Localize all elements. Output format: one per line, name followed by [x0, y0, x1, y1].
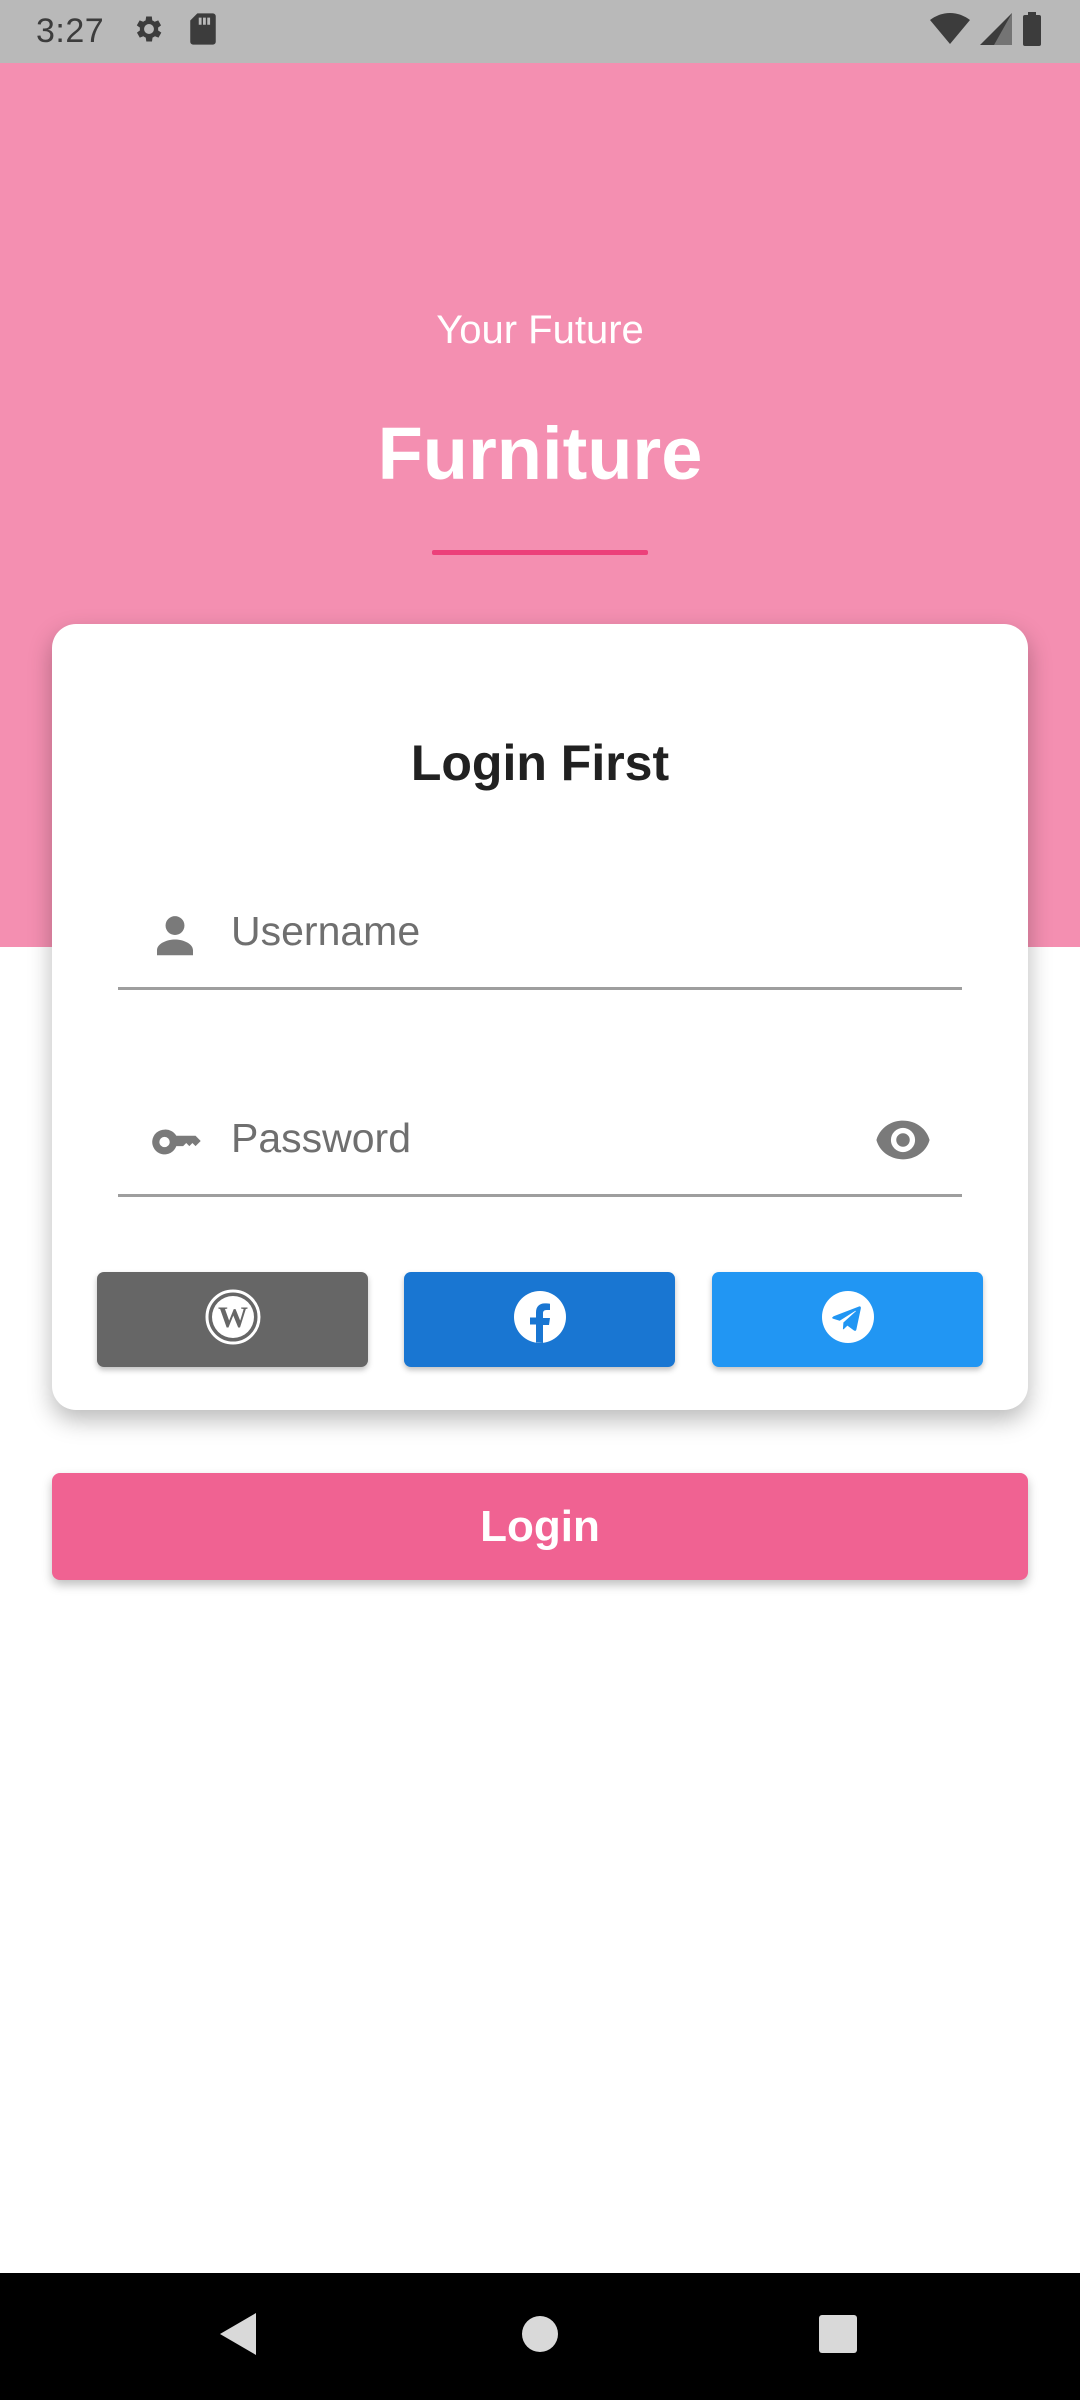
- hero-title: Furniture: [377, 412, 703, 495]
- status-notification-icons: [132, 12, 218, 51]
- login-screen: 3:27 Your Future Furniture Login First U…: [0, 0, 1080, 2400]
- svg-text:W: W: [218, 1301, 248, 1334]
- sd-card-icon: [188, 12, 218, 51]
- home-button[interactable]: [480, 2273, 600, 2400]
- social-login-row: W: [97, 1272, 983, 1368]
- card-title: Login First: [410, 735, 670, 791]
- login-card: Login First W: [52, 624, 1028, 1410]
- battery-icon: [1022, 12, 1042, 51]
- hero-divider: [432, 550, 648, 555]
- signal-icon: [980, 13, 1012, 50]
- key-icon: [148, 1115, 210, 1174]
- facebook-icon: [512, 1289, 568, 1350]
- person-icon: [148, 908, 202, 967]
- login-button[interactable]: Login: [52, 1473, 1028, 1580]
- eye-icon[interactable]: [874, 1117, 932, 1168]
- recents-icon: [818, 2314, 858, 2359]
- username-input[interactable]: [231, 896, 791, 966]
- status-system-icons: [930, 0, 1042, 63]
- telegram-icon: [820, 1289, 876, 1350]
- status-bar: 3:27: [0, 0, 1080, 63]
- home-icon: [520, 2314, 560, 2359]
- wifi-icon: [930, 13, 970, 50]
- status-time: 3:27: [36, 12, 105, 50]
- username-field[interactable]: [118, 880, 962, 990]
- wordpress-icon: W: [205, 1289, 261, 1350]
- facebook-login-button[interactable]: [404, 1272, 675, 1367]
- password-field[interactable]: [118, 1087, 962, 1197]
- wordpress-login-button[interactable]: W: [97, 1272, 368, 1367]
- back-button[interactable]: [178, 2273, 298, 2400]
- hero-subtitle: Your Future: [436, 308, 644, 352]
- back-icon: [218, 2311, 258, 2362]
- navigation-bar: [0, 2273, 1080, 2400]
- settings-icon: [132, 12, 166, 51]
- recents-button[interactable]: [778, 2273, 898, 2400]
- telegram-login-button[interactable]: [712, 1272, 983, 1367]
- password-input[interactable]: [231, 1103, 791, 1173]
